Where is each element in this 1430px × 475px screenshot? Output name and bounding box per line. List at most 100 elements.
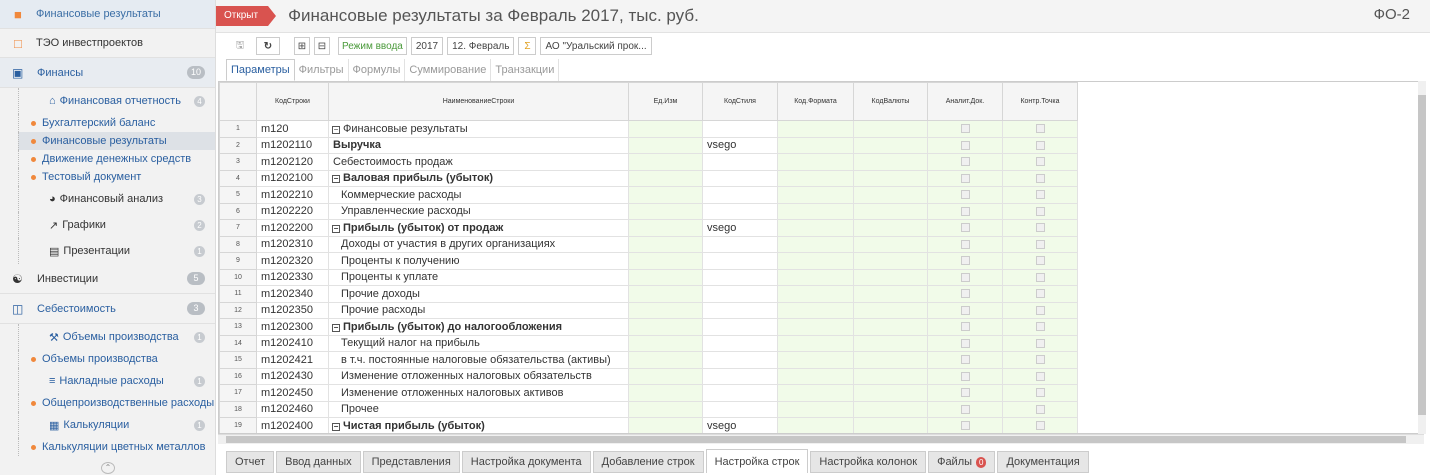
currency-cell[interactable] — [853, 351, 928, 369]
save-icon[interactable]: 🖫 — [228, 37, 252, 55]
checkbox[interactable] — [1035, 371, 1045, 381]
currency-cell[interactable] — [853, 169, 928, 187]
sidebar-group-cost[interactable]: ◫ Себестоимость 3 — [0, 294, 215, 324]
sidebar-leaf-test-doc[interactable]: Тестовый документ — [18, 168, 215, 186]
row-name-cell[interactable]: Выручка — [328, 136, 629, 154]
style-cell[interactable] — [702, 400, 778, 418]
style-cell[interactable] — [702, 367, 778, 385]
sidebar-group-finance[interactable]: ▣ Финансы 10 — [0, 58, 215, 88]
unit-cell[interactable] — [628, 219, 703, 237]
row-name-cell[interactable]: Доходы от участия в других организациях — [328, 235, 629, 253]
unit-cell[interactable] — [628, 268, 703, 286]
currency-cell[interactable] — [853, 268, 928, 286]
style-cell[interactable] — [702, 186, 778, 204]
currency-cell[interactable] — [853, 417, 928, 433]
row-code-cell[interactable]: m1202310 — [256, 235, 329, 253]
checkbox[interactable] — [960, 223, 970, 233]
format-cell[interactable] — [777, 334, 854, 352]
format-cell[interactable] — [777, 384, 854, 402]
mode-select[interactable]: Режим ввода — [338, 37, 407, 55]
tab-doc-settings[interactable]: Настройка документа — [461, 451, 591, 473]
unit-cell[interactable] — [628, 186, 703, 204]
style-cell[interactable] — [702, 252, 778, 270]
checkbox[interactable] — [960, 157, 970, 167]
table-row[interactable]: 10 m1202330 Проценты к уплате — [219, 268, 1078, 286]
style-cell[interactable] — [702, 318, 778, 336]
table-row[interactable]: 15 m1202421 в т.ч. постоянные налоговые об… — [219, 351, 1078, 369]
style-cell[interactable] — [702, 334, 778, 352]
row-name-cell[interactable]: Коммерческие расходы — [328, 186, 629, 204]
unit-cell[interactable] — [628, 334, 703, 352]
tab-documentation[interactable]: Документация — [997, 451, 1089, 473]
row-name-cell[interactable]: Проценты к получению — [328, 252, 629, 270]
row-code-cell[interactable]: m1202330 — [256, 268, 329, 286]
row-code-cell[interactable]: m1202350 — [256, 301, 329, 319]
table-row[interactable]: 19 m1202400− Чистая прибыль (убыток) vsego — [219, 417, 1078, 433]
sidebar-item-overhead[interactable]: ≡ Накладные расходы 1 — [18, 368, 215, 394]
style-cell[interactable] — [702, 268, 778, 286]
table-row[interactable]: 13 m1202300− Прибыль (убыток) до налогообл… — [219, 318, 1078, 336]
row-name-cell[interactable]: − Прибыль (убыток) до налогообложения — [328, 318, 629, 336]
row-code-cell[interactable]: m1202410 — [256, 334, 329, 352]
table-row[interactable]: 4 m1202100− Валовая прибыль (убыток) — [219, 169, 1078, 187]
collapse-icon[interactable]: ⊟ — [314, 37, 330, 55]
row-code-cell[interactable]: m1202110 — [256, 136, 329, 154]
format-cell[interactable] — [777, 417, 854, 433]
checkbox[interactable] — [1035, 388, 1045, 398]
checkbox[interactable] — [1035, 157, 1045, 167]
currency-cell[interactable] — [853, 202, 928, 220]
unit-cell[interactable] — [628, 367, 703, 385]
tab-parameters[interactable]: Параметры — [226, 59, 295, 81]
sidebar-collapse[interactable]: ⌃ — [0, 461, 215, 475]
row-code-cell[interactable]: m1202100 — [256, 169, 329, 187]
currency-cell[interactable] — [853, 400, 928, 418]
row-name-cell[interactable]: в т.ч. постоянные налоговые обязательств… — [328, 351, 629, 369]
row-name-cell[interactable]: − Чистая прибыль (убыток) — [328, 417, 629, 433]
style-cell[interactable] — [702, 169, 778, 187]
collapse-toggle-icon[interactable]: − — [332, 323, 340, 332]
table-row[interactable]: 18 m1202460 Прочее — [219, 400, 1078, 418]
row-name-cell[interactable]: Проценты к уплате — [328, 268, 629, 286]
checkbox[interactable] — [960, 140, 970, 150]
collapse-toggle-icon[interactable]: − — [332, 224, 340, 233]
style-cell[interactable]: vsego — [702, 417, 778, 433]
format-cell[interactable] — [777, 219, 854, 237]
sidebar-group-investments[interactable]: ☯ Инвестиции 5 — [0, 264, 215, 294]
format-cell[interactable] — [777, 367, 854, 385]
row-code-cell[interactable]: m120 — [256, 120, 329, 138]
format-cell[interactable] — [777, 136, 854, 154]
tab-data-entry[interactable]: Ввод данных — [276, 451, 361, 473]
sidebar-item-prod-volume[interactable]: ⚒ Объемы производства 1 — [18, 324, 215, 350]
row-code-cell[interactable]: m1202430 — [256, 367, 329, 385]
tab-row-settings[interactable]: Настройка строк — [705, 449, 809, 473]
row-code-cell[interactable]: m1202220 — [256, 202, 329, 220]
style-cell[interactable] — [702, 202, 778, 220]
sidebar-leaf-fin-results[interactable]: Финансовые результаты — [18, 132, 215, 150]
checkbox[interactable] — [960, 173, 970, 183]
style-cell[interactable] — [702, 235, 778, 253]
row-code-cell[interactable]: m1202210 — [256, 186, 329, 204]
tab-transactions[interactable]: Транзакции — [491, 59, 560, 81]
currency-cell[interactable] — [853, 252, 928, 270]
sidebar-item-fin-report[interactable]: ⌂ Финансовая отчетность 4 — [18, 88, 215, 114]
sidebar-leaf-calc[interactable]: Калькуляции цветных металлов — [18, 438, 215, 456]
row-code-cell[interactable]: m1202460 — [256, 400, 329, 418]
checkbox[interactable] — [1035, 289, 1045, 299]
style-cell[interactable] — [702, 301, 778, 319]
unit-cell[interactable] — [628, 384, 703, 402]
row-code-cell[interactable]: m1202400 — [256, 417, 329, 433]
checkbox[interactable] — [1035, 305, 1045, 315]
checkbox[interactable] — [960, 355, 970, 365]
currency-cell[interactable] — [853, 153, 928, 171]
currency-cell[interactable] — [853, 285, 928, 303]
style-cell[interactable] — [702, 120, 778, 138]
unit-cell[interactable] — [628, 120, 703, 138]
checkbox[interactable] — [960, 338, 970, 348]
format-cell[interactable] — [777, 252, 854, 270]
currency-cell[interactable] — [853, 186, 928, 204]
sidebar-item-teo[interactable]: □ ТЭО инвестпроектов — [0, 29, 215, 58]
scroll-thumb[interactable] — [226, 436, 1406, 443]
unit-cell[interactable] — [628, 301, 703, 319]
checkbox[interactable] — [960, 289, 970, 299]
style-cell[interactable] — [702, 384, 778, 402]
